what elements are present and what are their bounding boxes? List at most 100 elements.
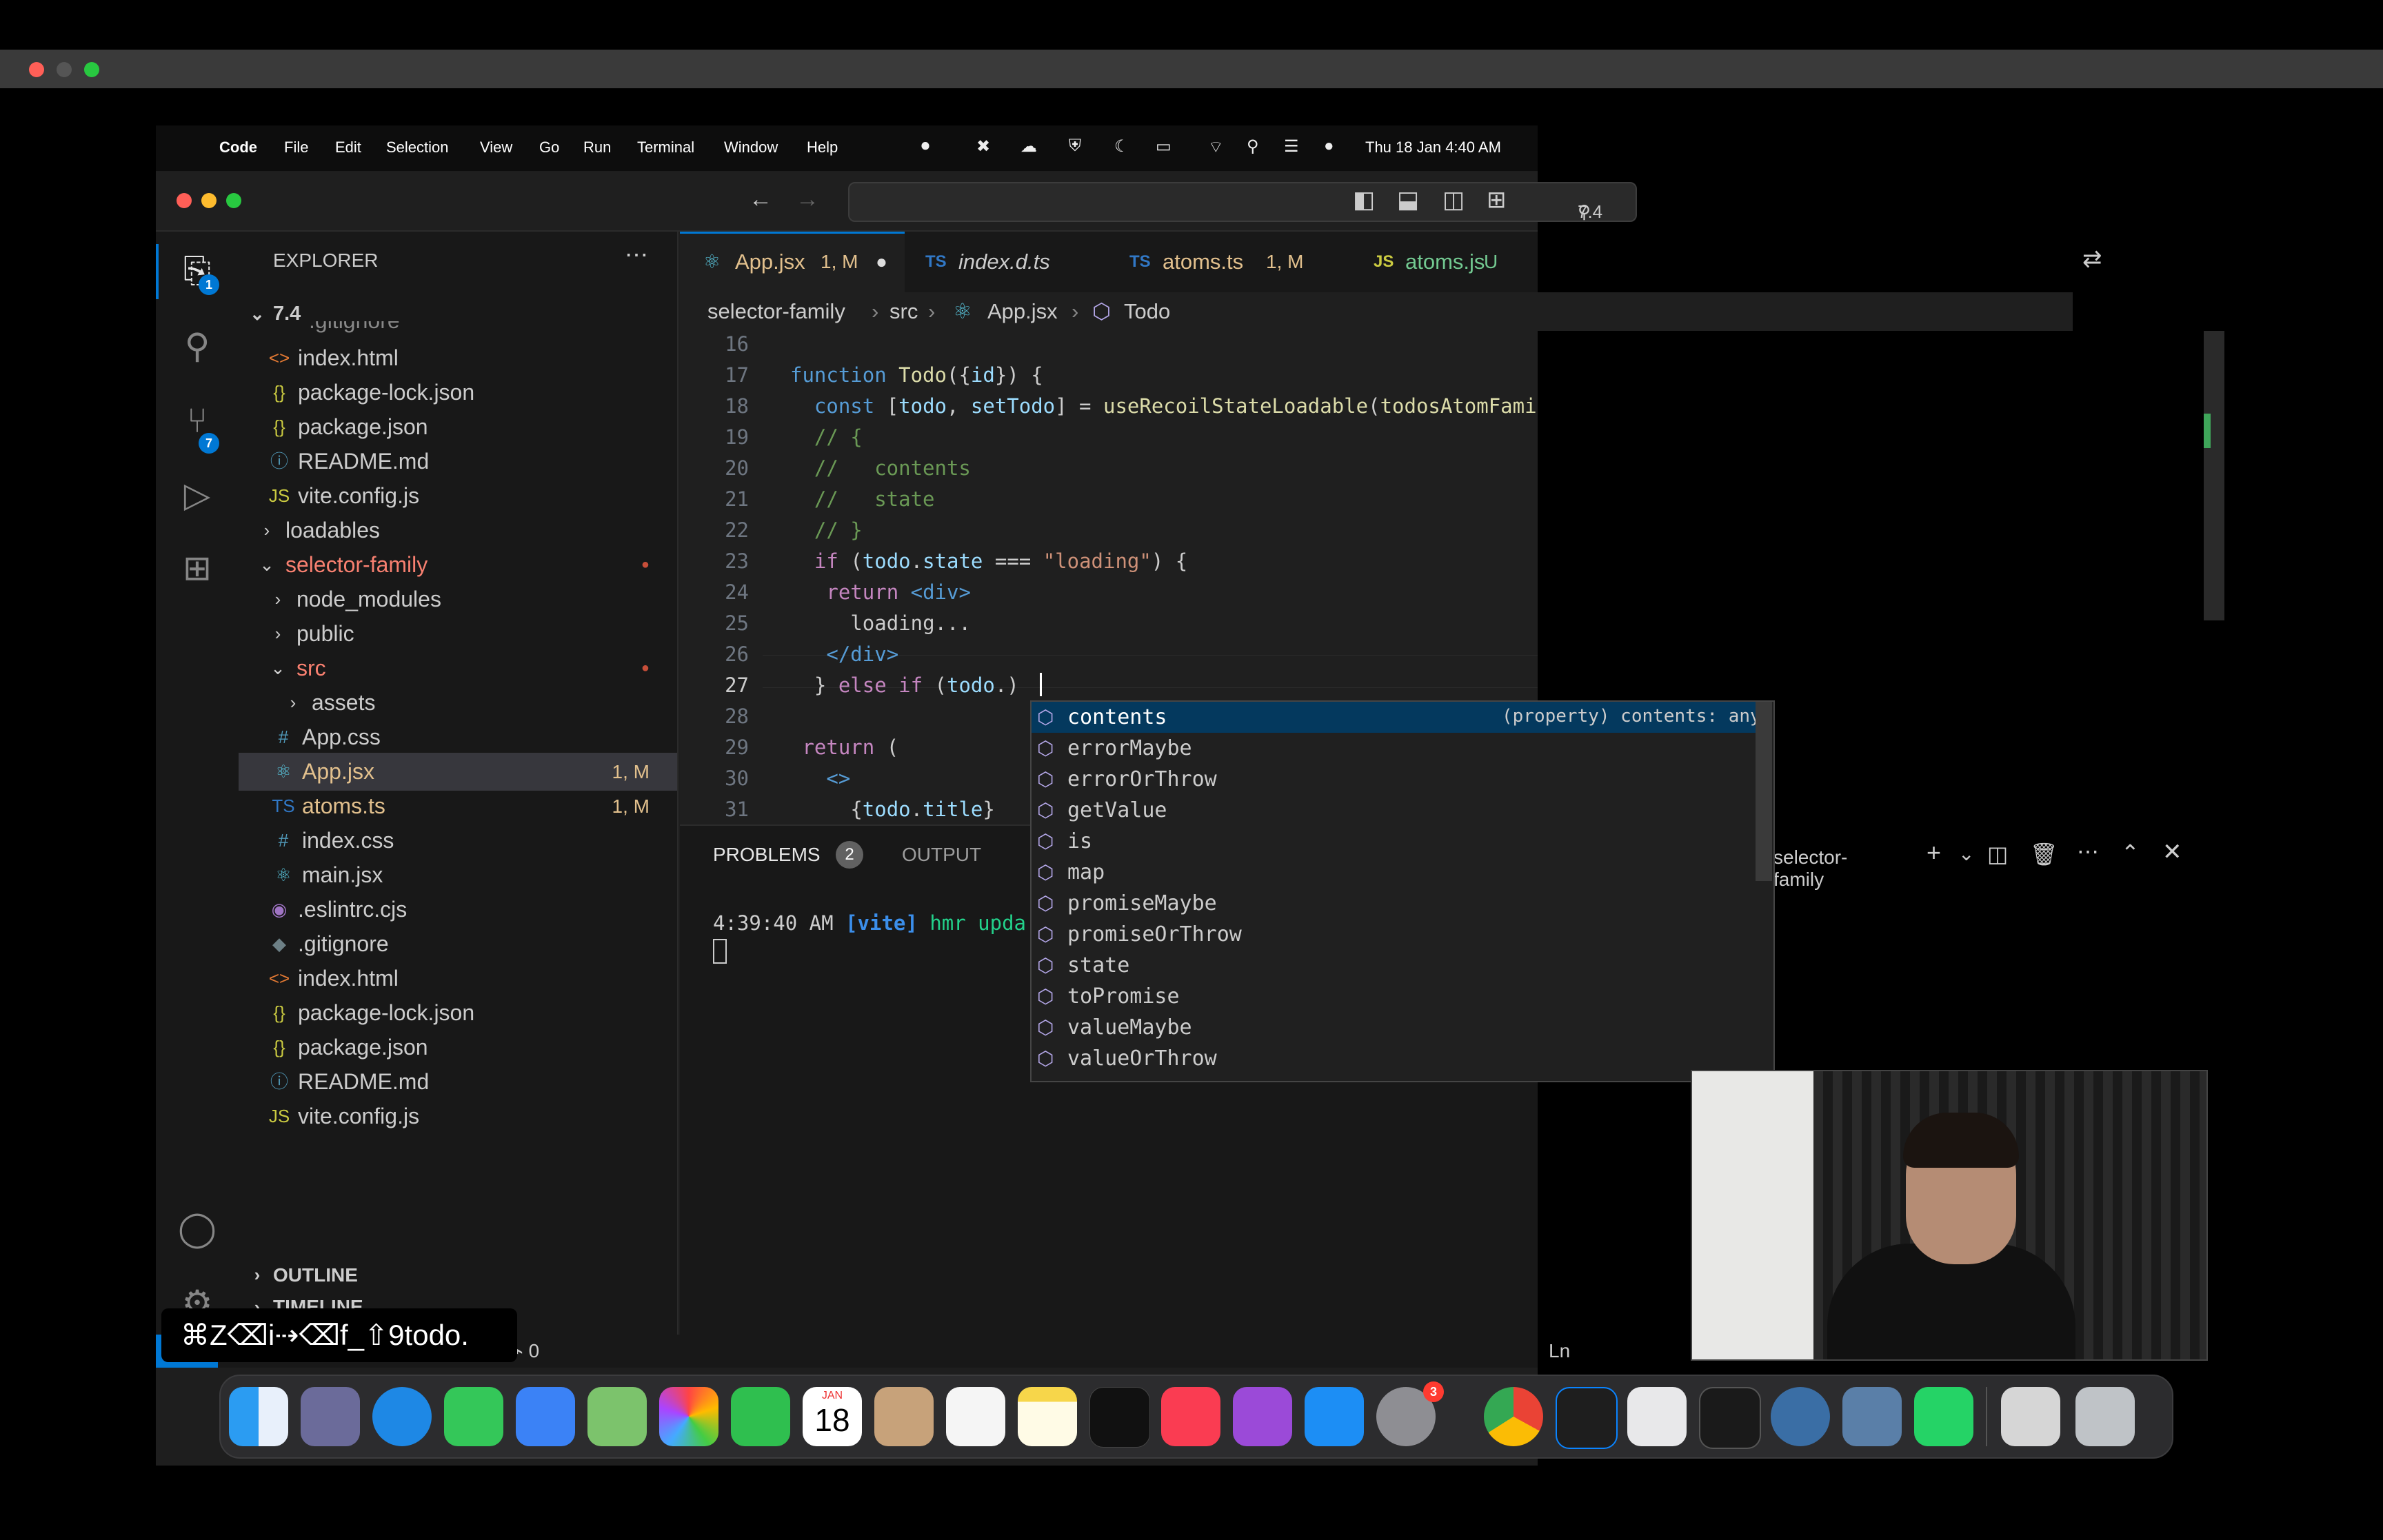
tab-app-jsx[interactable]: ⚛ App.jsx 1, M ● [680,232,905,292]
maps-icon[interactable] [587,1387,647,1446]
chevron-down-icon[interactable]: ⌄ [1958,842,1974,865]
tab-atoms-js[interactable]: JS atoms.js U [1342,232,1542,292]
breadcrumb-item[interactable]: App.jsx [987,292,1058,331]
sidebar-item[interactable]: {} package-lock.json [239,994,677,1032]
menu-go[interactable]: Go [539,139,559,156]
toggle-panel-icon[interactable]: ⬓ [1397,186,1419,214]
terminal-icon[interactable] [1699,1387,1761,1449]
sidebar-item[interactable]: › public [239,615,677,653]
sidebar-item[interactable]: ⌄ selector-family ● [239,546,677,584]
file-row-partial[interactable]: .gitignore [239,321,677,339]
suggest-scrollbar[interactable] [1756,702,1772,881]
suggest-item[interactable]: ⬡ valueMaybe [1032,1012,1756,1043]
tab-index-d-ts[interactable]: TS index.d.ts [905,232,1105,292]
vscode-maximize-dot[interactable] [226,193,241,208]
suggest-item[interactable]: ⬡ errorOrThrow [1032,764,1756,795]
tab-problems[interactable]: PROBLEMS [713,844,821,866]
extensions-icon[interactable]: ⊞ [175,547,219,589]
forward-arrow-icon[interactable]: → [796,186,819,213]
suggest-item[interactable]: ⬡ is [1032,826,1756,857]
sidebar-item[interactable]: # App.css [239,718,677,756]
wifi-icon[interactable]: ⌔ [1208,136,1224,157]
tab-output[interactable]: OUTPUT [902,844,981,866]
close-panel-icon[interactable]: ✕ [2162,838,2182,866]
maximize-panel-icon[interactable]: ⌃ [2121,840,2140,866]
launchpad-icon[interactable] [301,1387,360,1446]
preview-icon[interactable] [1627,1387,1687,1446]
finder-icon[interactable] [229,1387,288,1446]
siri-icon[interactable]: ● [1324,136,1334,156]
tab-atoms-ts[interactable]: TS atoms.ts 1, M [1105,232,1342,292]
breadcrumb-item[interactable]: Todo [1124,292,1170,331]
suggest-item[interactable]: ⬡ promiseOrThrow [1032,919,1756,950]
cloud-icon[interactable]: ☁ [1020,136,1037,156]
downloads-stack-icon[interactable] [2001,1387,2060,1446]
app-store-icon[interactable] [1305,1387,1364,1446]
menu-selection[interactable]: Selection [386,139,449,156]
sidebar-item[interactable]: ⓘ README.md [239,443,677,480]
photos-icon[interactable] [659,1387,718,1446]
sidebar-item[interactable]: ⚛ main.jsx [239,856,677,894]
sidebar-item[interactable]: ◆ .gitignore [239,925,677,963]
sidebar-item[interactable]: <> index.html [239,339,677,377]
mail-icon[interactable] [516,1387,575,1446]
sidebar-item[interactable]: {} package.json [239,1029,677,1066]
facetime-icon[interactable] [731,1387,790,1446]
trash-icon[interactable] [2075,1387,2135,1446]
notes-icon[interactable] [1018,1387,1077,1446]
sidebar-item[interactable]: › loadables [239,511,677,549]
sidebar-item[interactable]: # index.css [239,822,677,860]
menu-window[interactable]: Window [724,139,778,156]
tools-icon[interactable]: ✖ [976,136,990,156]
moon-icon[interactable]: ☾ [1114,136,1129,156]
trash-icon[interactable]: 🗑 [2030,841,2058,867]
vscode-close-dot[interactable] [177,193,192,208]
run-debug-icon[interactable]: ▷ [175,474,219,516]
sidebar-item[interactable]: {} package.json [239,408,677,446]
suggest-item[interactable]: ⬡ state [1032,950,1756,981]
more-actions-icon[interactable]: ⋯ [625,241,648,269]
calendar-icon[interactable]: JAN 18 [803,1387,862,1446]
sidebar-item[interactable]: ⌄ src ● [239,649,677,687]
minimize-dot[interactable] [57,62,72,77]
reminders-icon[interactable] [946,1387,1005,1446]
podcasts-icon[interactable] [1233,1387,1292,1446]
breadcrumb-item[interactable]: selector-family [707,292,845,331]
menu-help[interactable]: Help [807,139,838,156]
compare-changes-icon[interactable]: ⇄ [2082,245,2102,273]
record-icon[interactable]: ⏺ [921,136,929,156]
menu-view[interactable]: View [480,139,512,156]
sidebar-item[interactable]: JS vite.config.js [239,1097,677,1135]
chrome-icon[interactable] [1484,1387,1543,1446]
toggle-secondary-sidebar-icon[interactable]: ◫ [1442,186,1465,214]
sidebar-item[interactable]: ⓘ README.md [239,1063,677,1101]
sidebar-item[interactable]: {} package-lock.json [239,374,677,412]
apple-tv-icon[interactable] [1089,1387,1150,1448]
breadcrumb-item[interactable]: src [889,292,918,331]
menu-terminal[interactable]: Terminal [637,139,694,156]
battery-icon[interactable]: ▭ [1156,136,1172,156]
music-icon[interactable] [1161,1387,1220,1446]
search-icon[interactable]: ⚲ [175,325,219,367]
vscode-icon[interactable] [1556,1387,1618,1449]
safari-icon[interactable] [372,1387,432,1446]
terminal-name[interactable]: selector-family [1773,847,1847,891]
sidebar-item[interactable]: <> index.html [239,960,677,997]
maximize-dot[interactable] [84,62,99,77]
outline-section[interactable]: › OUTLINE [239,1256,677,1294]
remote-desktop-icon[interactable] [1842,1387,1902,1446]
menu-edit[interactable]: Edit [335,139,361,156]
contacts-icon[interactable] [874,1387,934,1446]
accounts-icon[interactable]: ◯ [175,1208,219,1249]
sidebar-item[interactable]: JS vite.config.js [239,477,677,515]
menubar-clock[interactable]: Thu 18 Jan 4:40 AM [1365,139,1501,156]
customize-layout-icon[interactable]: ⊞ [1487,186,1507,214]
quicktime-icon[interactable] [1771,1387,1830,1446]
menu-file[interactable]: File [284,139,308,156]
search-icon[interactable]: ⚲ [1247,136,1259,156]
unsaved-dot-icon[interactable]: ● [876,234,887,290]
close-dot[interactable] [29,62,44,77]
sidebar-item[interactable]: › assets [239,684,677,722]
vpn-icon[interactable]: ⛨ [1069,136,1081,156]
suggest-item[interactable]: ⬡ errorMaybe [1032,733,1756,764]
